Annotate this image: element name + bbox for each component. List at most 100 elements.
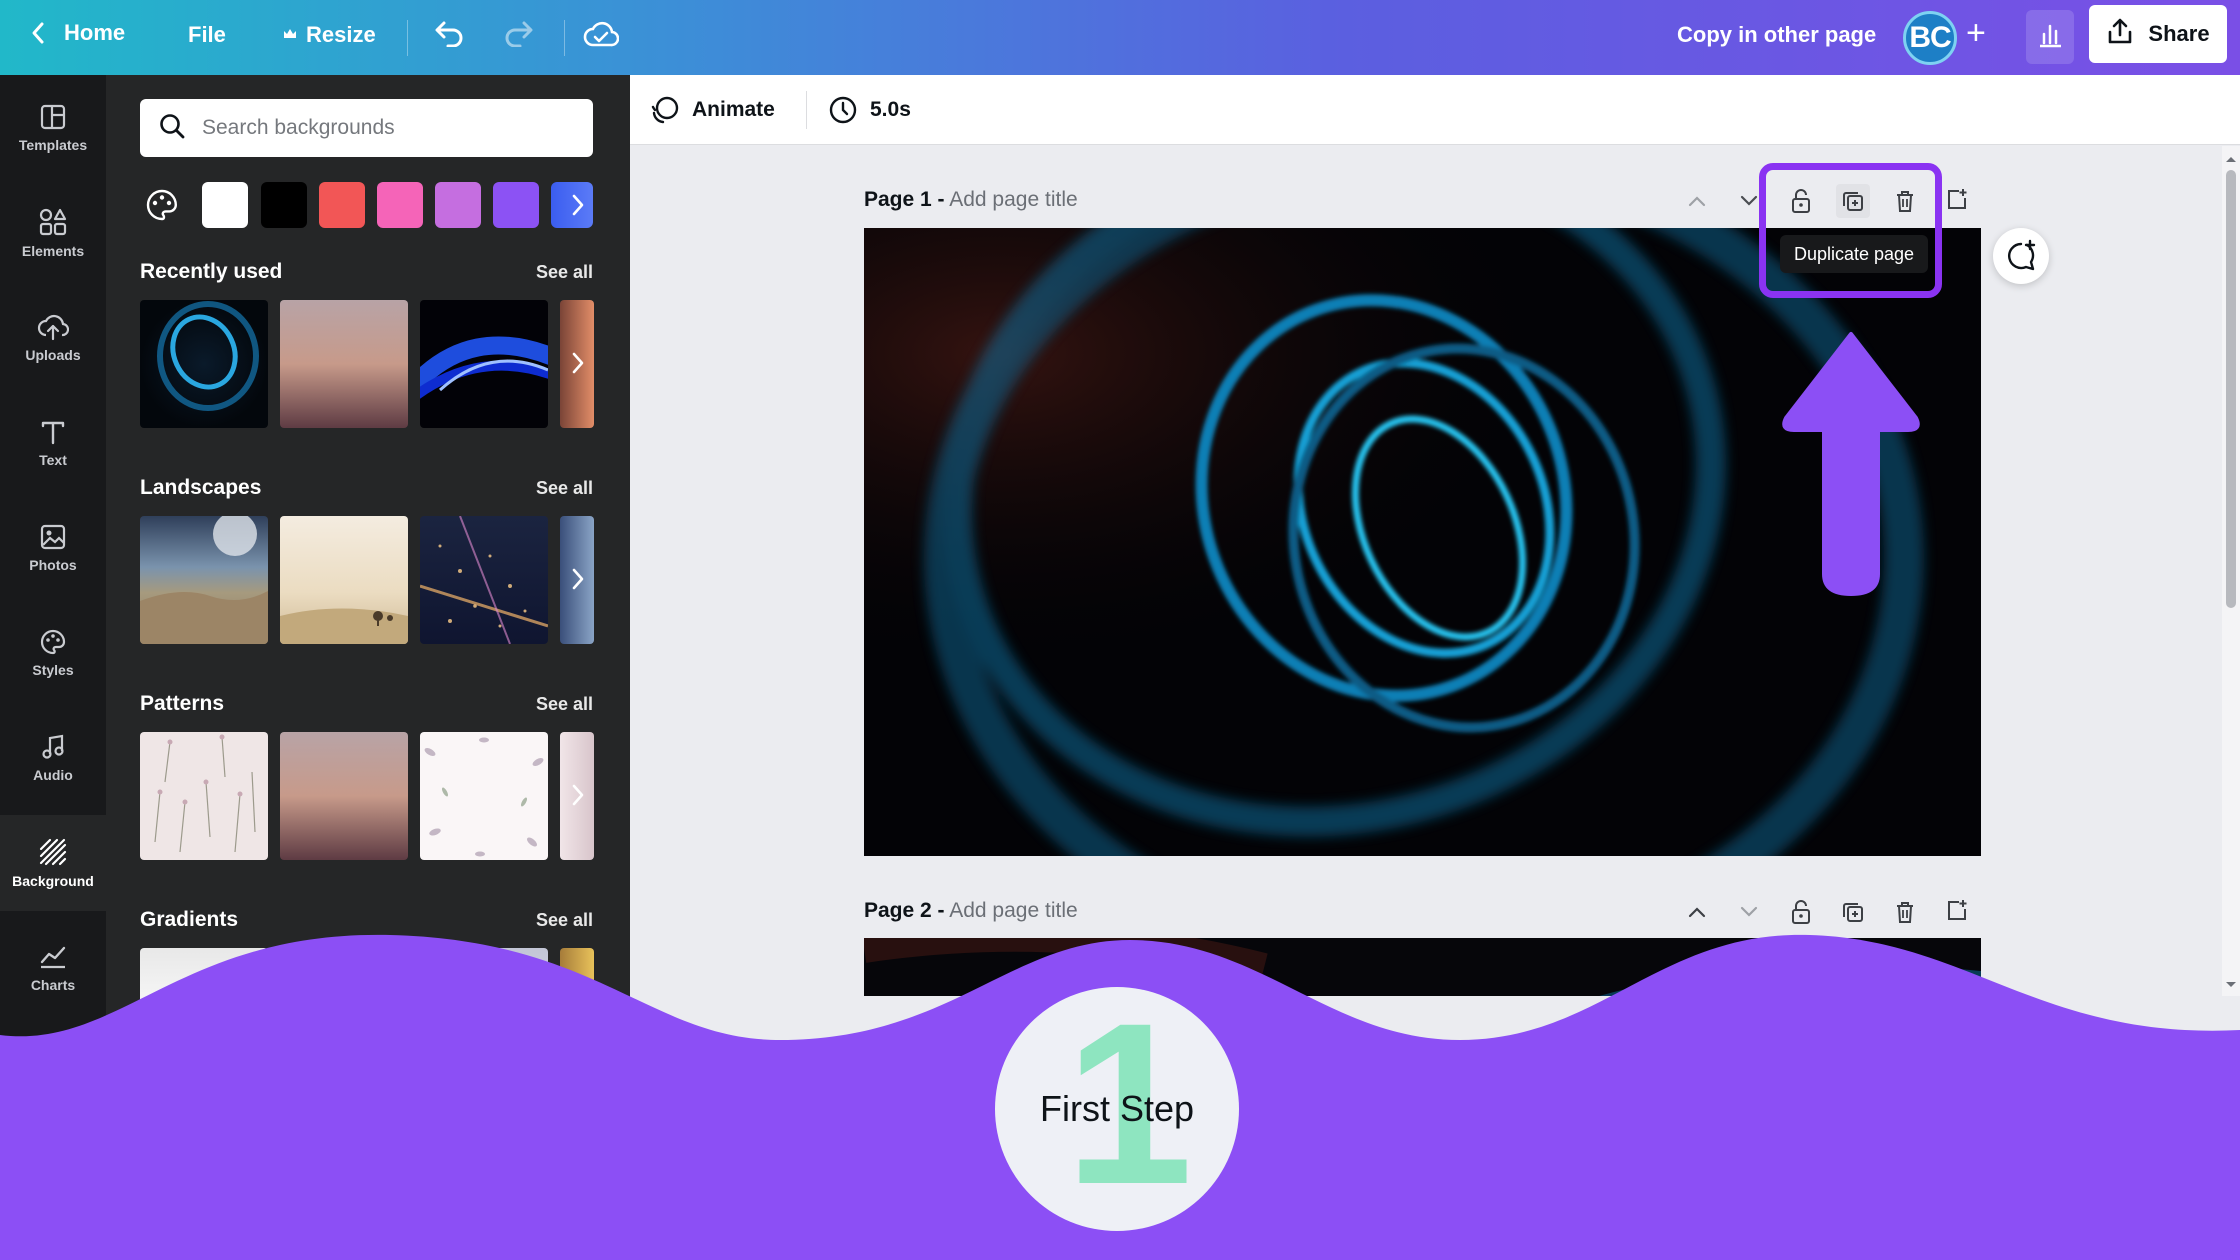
background-thumbnail[interactable] — [140, 300, 268, 428]
background-thumbnail[interactable] — [280, 516, 408, 644]
resize-label: Resize — [306, 22, 376, 47]
comment-add-icon — [2008, 239, 2036, 271]
move-page-up-icon[interactable] — [1680, 895, 1714, 929]
rail-item-text[interactable]: Text — [0, 395, 106, 491]
background-thumbnail[interactable] — [420, 948, 548, 1076]
rail-item-background[interactable]: Background — [0, 815, 106, 911]
duplicate-page-tooltip: Duplicate page — [1780, 235, 1928, 273]
resize-button[interactable]: Resize — [282, 22, 376, 48]
vertical-scrollbar[interactable] — [2222, 146, 2240, 996]
rail-label: Photos — [29, 557, 77, 573]
color-swatch[interactable] — [377, 182, 423, 228]
charts-icon — [40, 946, 66, 969]
move-page-up-icon[interactable] — [1680, 184, 1714, 218]
lock-page-icon[interactable] — [1784, 895, 1818, 929]
background-thumbnail[interactable] — [140, 516, 268, 644]
duration-label: 5.0s — [870, 98, 911, 121]
background-thumbnail[interactable] — [420, 732, 548, 860]
rail-label: Text — [39, 452, 67, 468]
scroll-down-icon[interactable] — [2225, 976, 2237, 994]
color-swatch[interactable] — [319, 182, 365, 228]
scroll-up-icon[interactable] — [2225, 150, 2237, 168]
color-swatch[interactable] — [261, 182, 307, 228]
add-comment-button[interactable] — [1993, 228, 2049, 284]
templates-icon — [40, 104, 66, 130]
page-2-label: Page 2 - Add page title — [864, 899, 1078, 923]
chevron-right-icon[interactable] — [563, 185, 593, 225]
add-page-icon[interactable] — [1940, 893, 1974, 927]
duration-button[interactable]: 5.0s — [828, 95, 911, 125]
see-all-link[interactable]: See all — [536, 478, 593, 499]
chevron-right-icon[interactable] — [563, 343, 593, 383]
rail-item-uploads[interactable]: Uploads — [0, 290, 106, 386]
add-page-icon[interactable] — [1940, 182, 1974, 216]
copy-in-other-page-button[interactable]: Copy in other page — [1677, 22, 1876, 48]
background-thumbnail[interactable] — [420, 516, 548, 644]
duplicate-page-icon[interactable] — [1836, 895, 1870, 929]
clock-icon — [829, 96, 857, 124]
background-panel: Recently used See all Landscapes See all… — [106, 75, 630, 1260]
tutorial-highlight-box — [1759, 163, 1942, 298]
chevron-right-icon[interactable] — [563, 775, 593, 815]
page-2-canvas[interactable] — [864, 938, 1981, 996]
styles-icon — [40, 629, 66, 655]
light-swirl-image — [864, 938, 1981, 996]
divider — [564, 20, 565, 56]
music-note-icon — [42, 734, 64, 759]
background-thumbnail[interactable] — [280, 948, 408, 1076]
bar-chart-icon — [2037, 22, 2063, 53]
scroll-thumb[interactable] — [2226, 170, 2236, 608]
chevron-right-icon[interactable] — [563, 559, 593, 599]
search-input[interactable] — [202, 116, 582, 140]
stats-button[interactable] — [2026, 10, 2074, 64]
color-swatch[interactable] — [493, 182, 539, 228]
rail-item-elements[interactable]: Elements — [0, 185, 106, 281]
background-thumbnail[interactable] — [140, 732, 268, 860]
rail-item-audio[interactable]: Audio — [0, 710, 106, 806]
see-all-link[interactable]: See all — [536, 694, 593, 715]
animate-button[interactable]: Animate — [650, 95, 775, 125]
rail-item-charts[interactable]: Charts — [0, 920, 106, 1016]
elements-icon — [39, 208, 67, 236]
background-thumbnail[interactable] — [420, 300, 548, 428]
avatar[interactable]: BC — [1903, 11, 1957, 65]
rail-label: Templates — [18, 137, 88, 153]
rail-label: Audio — [33, 767, 73, 783]
left-rail: Templates Elements Uploads Text Photos S… — [0, 75, 106, 1260]
home-label: Home — [64, 20, 126, 45]
undo-icon[interactable] — [434, 19, 466, 47]
see-all-link[interactable]: See all — [536, 910, 593, 931]
color-swatch[interactable] — [435, 182, 481, 228]
delete-page-icon[interactable] — [1888, 895, 1922, 929]
page-title-input[interactable]: Add page title — [949, 188, 1077, 211]
rail-item-photos[interactable]: Photos — [0, 500, 106, 596]
rail-label: Background — [12, 873, 94, 889]
background-thumbnail[interactable] — [280, 732, 408, 860]
share-label: Share — [2148, 21, 2210, 46]
rail-item-templates[interactable]: Templates — [0, 80, 106, 176]
home-button[interactable]: Home — [30, 20, 125, 46]
divider — [806, 91, 807, 129]
background-thumbnail[interactable] — [560, 948, 594, 1076]
background-icon — [39, 838, 67, 866]
add-collaborator-icon[interactable]: + — [1966, 14, 1986, 53]
animate-icon — [651, 96, 679, 124]
cloud-saved-icon[interactable] — [583, 19, 619, 49]
background-thumbnail[interactable] — [280, 300, 408, 428]
search-box[interactable] — [140, 99, 593, 157]
rail-item-styles[interactable]: Styles — [0, 605, 106, 701]
share-button[interactable]: Share — [2089, 5, 2227, 63]
crown-icon — [282, 22, 298, 48]
redo-icon[interactable] — [502, 19, 534, 47]
color-swatch[interactable] — [202, 182, 248, 228]
file-menu[interactable]: File — [188, 22, 226, 48]
up-arrow-annotation — [1782, 332, 1920, 596]
see-all-link[interactable]: See all — [536, 262, 593, 283]
rail-label: Charts — [30, 977, 76, 993]
photos-icon — [40, 524, 66, 550]
page-title-input[interactable]: Add page title — [949, 899, 1077, 922]
background-thumbnail[interactable] — [140, 948, 268, 1076]
color-palette-icon[interactable] — [144, 187, 180, 228]
section-title: Patterns — [140, 692, 225, 715]
move-page-down-icon[interactable] — [1732, 895, 1766, 929]
